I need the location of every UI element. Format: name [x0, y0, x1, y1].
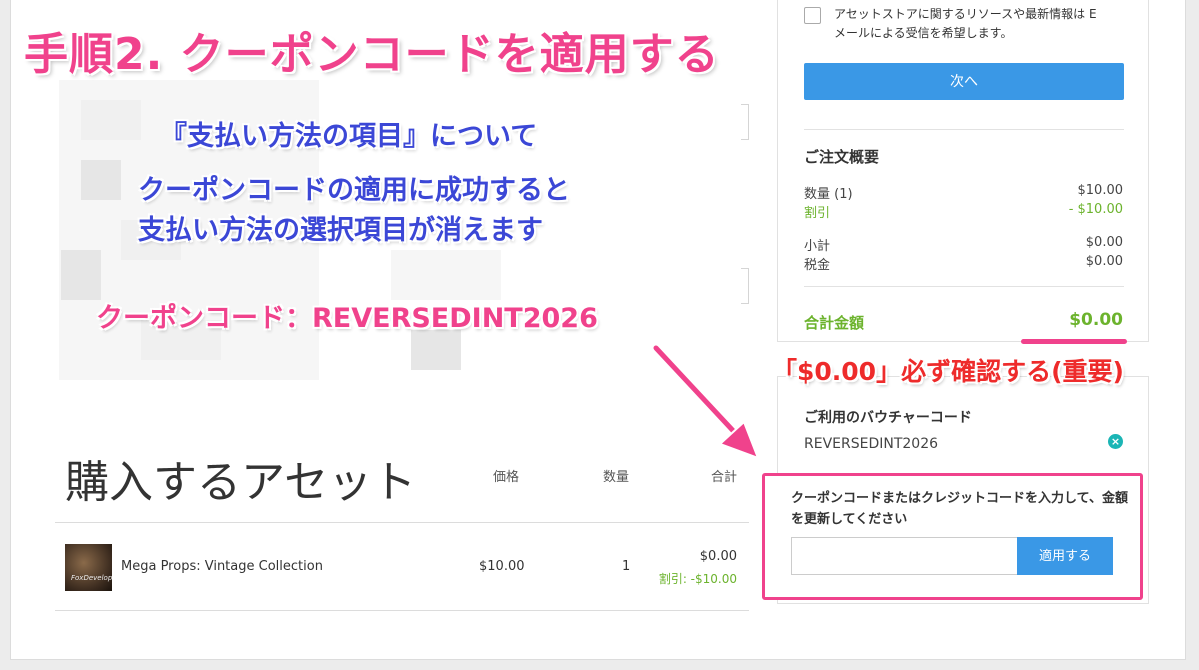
voucher-title: ご利用のバウチャーコード: [804, 410, 972, 426]
blurred-block: [81, 100, 141, 140]
tax-label: 税金: [804, 258, 831, 273]
annotation-coupon-code: クーポンコード：REVERSEDINT2026: [96, 303, 598, 334]
apply-coupon-button[interactable]: 適用する: [1017, 537, 1113, 575]
blurred-block: [391, 250, 501, 300]
blurred-block: [411, 330, 461, 370]
divider: [55, 522, 749, 523]
divider: [55, 610, 749, 611]
subtotal-label: 小計: [804, 239, 831, 254]
discount-label: 割引: [804, 206, 831, 221]
annotation-note-heading: 『支払い方法の項目』について: [160, 121, 538, 152]
summary-title: ご注文概要: [804, 148, 880, 166]
newsletter-label-line1: アセットストアに関するリソースや最新情報は E: [834, 7, 1097, 21]
remove-voucher-icon[interactable]: ×: [1108, 434, 1123, 449]
annotation-note-line2: 支払い方法の選択項目が消えます: [138, 215, 543, 246]
tax-value: $0.00: [1085, 254, 1123, 269]
thumbnail-label: FoxDeveloper: [71, 574, 112, 582]
newsletter-label-line2: メールによる受信を希望します。: [834, 26, 1013, 40]
asset-thumbnail[interactable]: FoxDeveloper: [65, 544, 112, 591]
newsletter-checkbox[interactable]: [804, 7, 821, 24]
quantity-label: 数量 (1): [804, 187, 853, 202]
annotation-confirm-total: 「$0.00」必ず確認する(重要): [772, 357, 1124, 386]
coupon-input[interactable]: [791, 537, 1018, 575]
blurred-block: [81, 160, 121, 200]
form-field-edge: [741, 104, 749, 140]
total-value: $0.00: [1069, 310, 1123, 330]
blurred-block: [61, 250, 101, 300]
discount-value: - $10.00: [1068, 202, 1123, 217]
asset-name[interactable]: Mega Props: Vintage Collection: [121, 559, 323, 574]
asset-total: $0.00: [699, 549, 737, 564]
pointer-arrow-icon: [651, 343, 760, 460]
assets-title: 購入するアセット: [65, 457, 417, 508]
quantity-value: $10.00: [1077, 183, 1124, 198]
annotation-note-line1: クーポンコードの適用に成功すると: [138, 175, 570, 206]
annotation-title: 手順2. クーポンコードを適用する: [24, 29, 720, 80]
voucher-code: REVERSEDINT2026: [804, 436, 939, 452]
subtotal-value: $0.00: [1085, 235, 1123, 250]
asset-quantity: 1: [622, 559, 631, 574]
coupon-entry-box: クーポンコードまたはクレジットコードを入力して、金額を更新してください 適用する: [762, 473, 1143, 600]
next-button[interactable]: 次へ: [804, 63, 1124, 100]
column-header-quantity: 数量: [603, 470, 630, 485]
column-header-price: 価格: [493, 470, 520, 485]
divider: [804, 286, 1124, 287]
total-label: 合計金額: [804, 314, 865, 332]
asset-discount: 割引: -$10.00: [658, 572, 737, 586]
divider: [804, 129, 1124, 130]
form-field-edge: [741, 268, 749, 304]
coupon-hint: クーポンコードまたはクレジットコードを入力して、金額を更新してください: [791, 491, 1128, 527]
order-summary-panel: アセットストアに関するリソースや最新情報は E メールによる受信を希望します。 …: [777, 0, 1149, 342]
total-highlight-underline: [1021, 339, 1127, 344]
asset-price: $10.00: [479, 559, 525, 574]
